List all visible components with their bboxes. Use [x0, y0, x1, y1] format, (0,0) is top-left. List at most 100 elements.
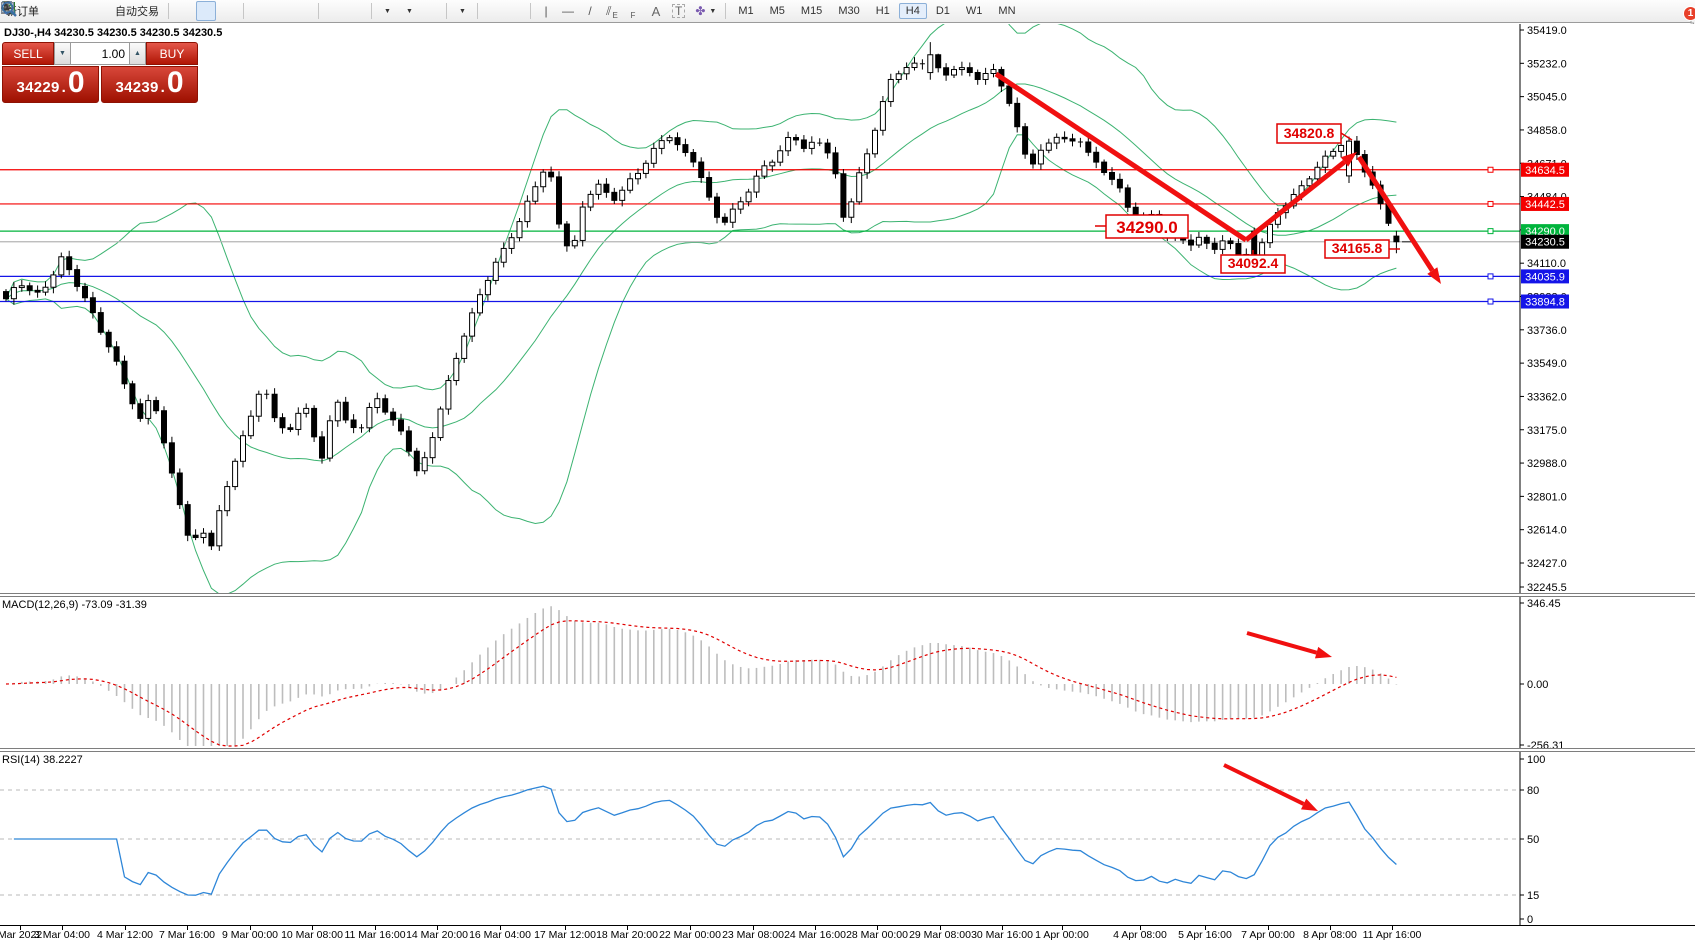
time-label: 11 Apr 16:00: [1363, 929, 1422, 941]
svg-text:32614.0: 32614.0: [1527, 525, 1567, 537]
volume-increase-button[interactable]: ▲: [129, 42, 146, 65]
svg-text:34290.0: 34290.0: [1116, 218, 1177, 237]
fib-sub-label: F: [631, 11, 636, 20]
svg-text:35419.0: 35419.0: [1527, 25, 1567, 37]
toolbar-separator: [168, 3, 169, 19]
buy-button[interactable]: BUY: [146, 42, 198, 65]
time-label: 29 Mar 08:00: [909, 929, 971, 941]
text-button[interactable]: A: [646, 1, 666, 21]
time-label: 4 Apr 08:00: [1113, 929, 1167, 941]
buy-price-button[interactable]: 34239.0: [101, 66, 198, 103]
rsi-chart[interactable]: 1008050150: [0, 752, 1695, 925]
zoom-out-button[interactable]: [271, 1, 291, 21]
svg-text:33736.0: 33736.0: [1527, 325, 1567, 337]
bar-chart-button[interactable]: [174, 1, 194, 21]
svg-text:0.00: 0.00: [1527, 679, 1548, 691]
svg-text:34634.5: 34634.5: [1525, 165, 1565, 177]
time-label: 18 Mar 20:00: [596, 929, 658, 941]
auto-scroll-button[interactable]: [324, 1, 344, 21]
timeframe-m5[interactable]: M5: [763, 3, 792, 19]
trendline-icon: /: [588, 5, 591, 17]
time-label: 11 Mar 16:00: [344, 929, 405, 941]
svg-text:33362.0: 33362.0: [1527, 391, 1567, 403]
main-chart-panel[interactable]: DJ30-,H4 34230.5 34230.5 34230.5 34230.5…: [0, 24, 1695, 593]
candlestick-chart[interactable]: 35419.035232.035045.034858.034671.034484…: [0, 24, 1695, 593]
vertical-line-button[interactable]: |: [536, 1, 556, 21]
community-button[interactable]: [67, 1, 87, 21]
toolbar-separator: [371, 3, 372, 19]
time-axis[interactable]: Mar 20223 Mar 04:004 Mar 12:007 Mar 16:0…: [0, 925, 1695, 943]
toolbar-separator: [318, 3, 319, 19]
time-label: 5 Apr 16:00: [1178, 929, 1232, 941]
timeframe-h4[interactable]: H4: [899, 3, 927, 19]
macd-chart[interactable]: 346.45 0.00 -256.31: [0, 597, 1695, 748]
search-icon[interactable]: [0, 0, 18, 18]
time-label: 10 Mar 08:00: [281, 929, 343, 941]
finance-button[interactable]: [45, 1, 65, 21]
sell-price-button[interactable]: 34229.0: [2, 66, 99, 103]
time-label: 8 Apr 08:00: [1303, 929, 1357, 941]
volume-input[interactable]: [71, 42, 129, 65]
time-label: 9 Mar 00:00: [222, 929, 278, 941]
timeframe-m30[interactable]: M30: [831, 3, 866, 19]
macd-panel[interactable]: MACD(12,26,9) -73.09 -31.39 346.45 0.00 -2…: [0, 597, 1695, 748]
toolbar-separator: [477, 3, 478, 19]
equidistant-channel-button[interactable]: ⫽ E: [602, 1, 622, 21]
timeframe-h1[interactable]: H1: [869, 3, 897, 19]
channel-sub-label: E: [613, 11, 618, 20]
tile-windows-button[interactable]: [293, 1, 313, 21]
rsi-panel[interactable]: RSI(14) 38.2227 1008050150: [0, 752, 1695, 925]
candlestick-button[interactable]: [196, 1, 216, 21]
sell-price-pip: 0: [68, 69, 85, 96]
chart-shift-button[interactable]: [346, 1, 366, 21]
svg-text:35045.0: 35045.0: [1527, 92, 1567, 104]
svg-text:80: 80: [1527, 785, 1539, 797]
mt4-terminal: { "toolbar": { "new_order_label": "新订单",…: [0, 0, 1695, 943]
svg-text:32988.0: 32988.0: [1527, 458, 1567, 470]
horizontal-line-button[interactable]: —: [558, 1, 578, 21]
line-chart-button[interactable]: [218, 1, 238, 21]
time-label: 23 Mar 08:00: [722, 929, 784, 941]
fibonacci-button[interactable]: F: [624, 1, 644, 21]
time-label: 14 Mar 20:00: [406, 929, 468, 941]
macd-label: MACD(12,26,9) -73.09 -31.39: [2, 599, 147, 611]
svg-text:34110.0: 34110.0: [1527, 258, 1566, 270]
svg-text:32427.0: 32427.0: [1527, 558, 1567, 570]
time-label: 1 Apr 00:00: [1035, 929, 1089, 941]
timeframe-bar: M1M5M15M30H1H4D1W1MN: [730, 3, 1023, 19]
new-chart-button[interactable]: ▼: [377, 1, 397, 21]
svg-text:100: 100: [1527, 754, 1545, 766]
text-label-button[interactable]: T: [668, 1, 689, 21]
crosshair-button[interactable]: [505, 1, 525, 21]
svg-text:33894.8: 33894.8: [1525, 297, 1565, 309]
shapes-button[interactable]: ✤ ▼: [691, 1, 720, 21]
time-label: 30 Mar 16:00: [971, 929, 1033, 941]
timeframe-w1[interactable]: W1: [959, 3, 990, 19]
svg-text:0: 0: [1527, 914, 1533, 925]
svg-text:346.45: 346.45: [1527, 598, 1561, 610]
text-label-icon: T: [672, 4, 685, 18]
sell-button[interactable]: SELL: [2, 42, 54, 65]
zoom-in-button[interactable]: [249, 1, 269, 21]
svg-text:-256.31: -256.31: [1527, 740, 1564, 748]
timeframe-m15[interactable]: M15: [794, 3, 829, 19]
timeframe-m1[interactable]: M1: [731, 3, 760, 19]
signals-button[interactable]: [89, 1, 109, 21]
chevron-down-icon: ▼: [384, 8, 391, 15]
toolbar-separator: [446, 3, 447, 19]
periods-button[interactable]: ▼: [399, 1, 419, 21]
timeframe-mn[interactable]: MN: [991, 3, 1022, 19]
trendline-button[interactable]: /: [580, 1, 600, 21]
chevron-down-icon: ▼: [406, 8, 413, 15]
symbol-ohlc-header: DJ30-,H4 34230.5 34230.5 34230.5 34230.5: [4, 27, 222, 39]
timeframe-d1[interactable]: D1: [929, 3, 957, 19]
svg-text:33175.0: 33175.0: [1527, 425, 1567, 437]
auto-trading-button[interactable]: 自动交易: [111, 1, 163, 21]
svg-text:15: 15: [1527, 890, 1539, 902]
cursor-button[interactable]: [483, 1, 503, 21]
volume-decrease-button[interactable]: ▼: [54, 42, 71, 65]
indicators-button[interactable]: ▼: [452, 1, 472, 21]
one-click-trade-panel: SELL ▼ ▲ BUY 34229.0 34239.0: [2, 42, 198, 103]
svg-text:34858.0: 34858.0: [1527, 125, 1567, 137]
templates-button[interactable]: [421, 1, 441, 21]
